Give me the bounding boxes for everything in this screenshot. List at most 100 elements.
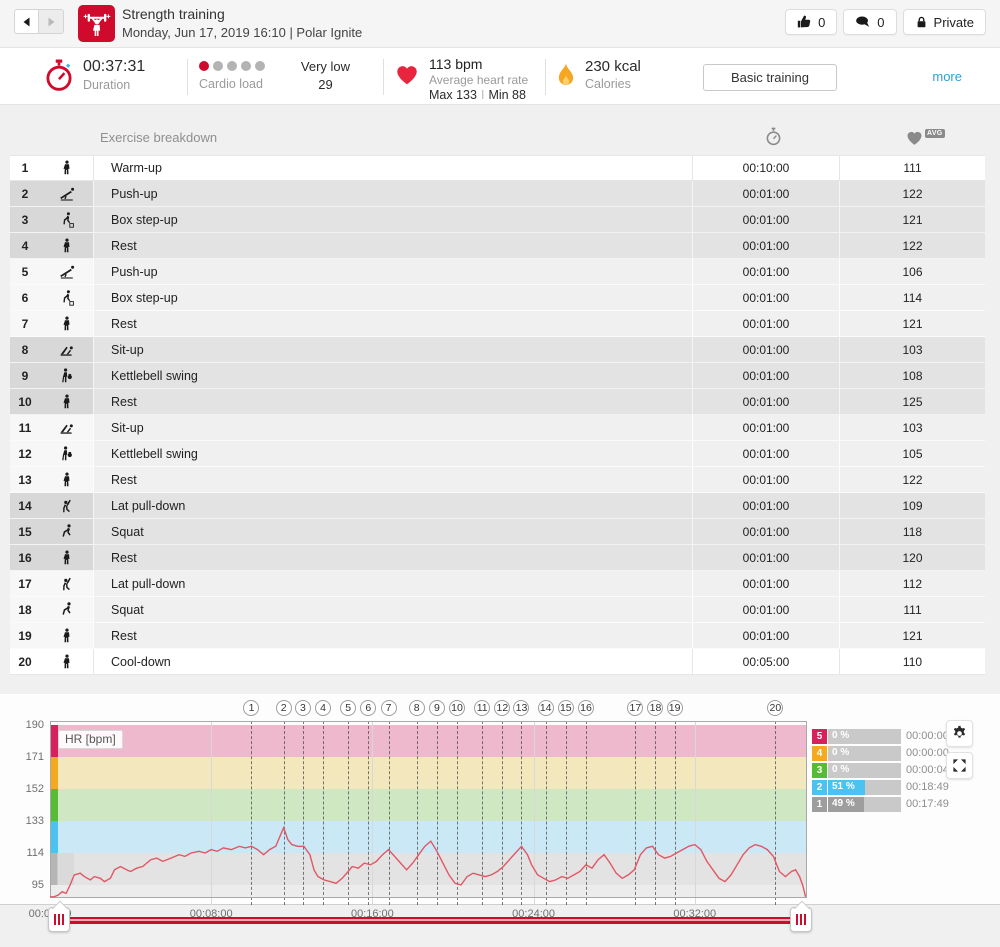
exercise-number: 19 [10, 623, 40, 648]
phase-marker: 18 [647, 700, 663, 716]
like-button[interactable]: 0 [785, 9, 837, 35]
zone-percent-label: 49 % [832, 798, 855, 809]
exercise-duration: 00:01:00 [692, 519, 839, 544]
squat-icon [40, 597, 93, 622]
time-range-scrollbar[interactable] [55, 917, 803, 924]
exercise-number: 9 [10, 363, 40, 388]
exercise-number: 7 [10, 311, 40, 336]
zone-percent-bar: 49 % [828, 797, 901, 812]
exercise-name: Squat [93, 597, 692, 622]
exercise-rows: 1Warm-up00:10:001112Push-up00:01:001223B… [10, 155, 985, 675]
exercise-avg-hr: 125 [839, 389, 985, 414]
exercise-avg-hr: 109 [839, 493, 985, 518]
exercise-avg-hr: 122 [839, 181, 985, 206]
comment-button[interactable]: 0 [843, 9, 896, 35]
zone-number-badge: 3 [812, 763, 827, 778]
hr-max: Max 133 [429, 88, 477, 102]
table-row: 18Squat00:01:00111 [10, 597, 985, 623]
zone-percent-bar: 0 % [828, 746, 901, 761]
person-standing-icon [40, 545, 93, 570]
more-link[interactable]: more [932, 69, 962, 84]
zone-percent-label: 0 % [832, 730, 849, 741]
zone-legend-row: 251 % [812, 780, 901, 795]
exercise-name: Box step-up [93, 207, 692, 232]
phase-marker: 14 [538, 700, 554, 716]
exercise-name: Lat pull-down [93, 571, 692, 596]
phase-marker: 19 [667, 700, 683, 716]
back-button[interactable] [14, 9, 39, 34]
hr-line [50, 828, 806, 897]
exercise-name: Sit-up [93, 415, 692, 440]
exercise-duration: 00:01:00 [692, 337, 839, 362]
y-axis-label: 114 [0, 847, 44, 859]
zone-time: 00:18:49 [906, 781, 949, 793]
settings-gear-button[interactable] [946, 720, 973, 747]
exercise-avg-hr: 105 [839, 441, 985, 466]
duration-stat: 00:37:31 Duration [44, 58, 145, 94]
phase-marker: 17 [627, 700, 643, 716]
person-standing-icon [40, 233, 93, 258]
push-up-icon [40, 259, 93, 284]
exercise-duration: 00:01:00 [692, 623, 839, 648]
cardio-dot-filled [199, 61, 209, 71]
range-handle-right[interactable] [790, 907, 812, 932]
table-row: 11Sit-up00:01:00103 [10, 415, 985, 441]
stats-divider [187, 59, 188, 95]
exercise-number: 12 [10, 441, 40, 466]
exercise-avg-hr: 118 [839, 519, 985, 544]
phase-marker: 11 [474, 700, 490, 716]
forward-button[interactable] [39, 9, 64, 34]
zone-percent-bar: 0 % [828, 763, 901, 778]
flame-icon [556, 62, 576, 88]
exercise-number: 17 [10, 571, 40, 596]
strength-training-icon [78, 5, 115, 42]
calories-stat: 230 kcal Calories [556, 58, 641, 91]
zone-time: 00:00:04 [906, 764, 949, 776]
zone-percent-label: 0 % [832, 747, 849, 758]
stats-divider [383, 59, 384, 95]
privacy-button[interactable]: Private [903, 9, 986, 35]
sit-up-icon [40, 415, 93, 440]
kettlebell-swing-icon [40, 363, 93, 388]
exercise-name: Lat pull-down [93, 493, 692, 518]
hr-line-plot[interactable] [50, 721, 806, 905]
exercise-number: 15 [10, 519, 40, 544]
table-header-label: Exercise breakdown [100, 130, 217, 145]
exercise-number: 18 [10, 597, 40, 622]
calories-label: Calories [585, 77, 641, 91]
phase-marker: 4 [315, 700, 331, 716]
exercise-duration: 00:01:00 [692, 233, 839, 258]
person-standing-icon [40, 467, 93, 492]
exercise-duration: 00:01:00 [692, 467, 839, 492]
table-row: 3Box step-up00:01:00121 [10, 207, 985, 233]
exercise-avg-hr: 120 [839, 545, 985, 570]
phase-marker: 12 [494, 700, 510, 716]
duration-value: 00:37:31 [83, 58, 145, 76]
table-row: 20Cool-down00:05:00110 [10, 649, 985, 675]
hr-max-min: Max 133IMin 88 [429, 88, 528, 102]
exercise-avg-hr: 121 [839, 623, 985, 648]
avg-badge: AVG [925, 129, 945, 138]
exercise-number: 5 [10, 259, 40, 284]
table-row: 7Rest00:01:00121 [10, 311, 985, 337]
expand-fullscreen-button[interactable] [946, 752, 973, 779]
exercise-avg-hr: 111 [839, 156, 985, 180]
session-subtitle: Monday, Jun 17, 2019 16:10 | Polar Ignit… [122, 25, 362, 40]
y-axis-label: 95 [0, 879, 44, 891]
cardio-dot [227, 61, 237, 71]
exercise-name: Push-up [93, 181, 692, 206]
exercise-duration: 00:01:00 [692, 545, 839, 570]
cardio-load-dots [199, 61, 265, 71]
exercise-name: Cool-down [93, 649, 692, 674]
range-handle-left[interactable] [48, 907, 70, 932]
training-benefit-button[interactable]: Basic training [703, 64, 837, 91]
exercise-duration: 00:10:00 [692, 156, 839, 180]
exercise-number: 13 [10, 467, 40, 492]
table-row: 4Rest00:01:00122 [10, 233, 985, 259]
push-up-icon [40, 181, 93, 206]
zone-percent-bar: 0 % [828, 729, 901, 744]
exercise-avg-hr: 122 [839, 467, 985, 492]
zone-legend-row: 40 % [812, 746, 901, 761]
sit-up-icon [40, 337, 93, 362]
exercise-name: Kettlebell swing [93, 441, 692, 466]
